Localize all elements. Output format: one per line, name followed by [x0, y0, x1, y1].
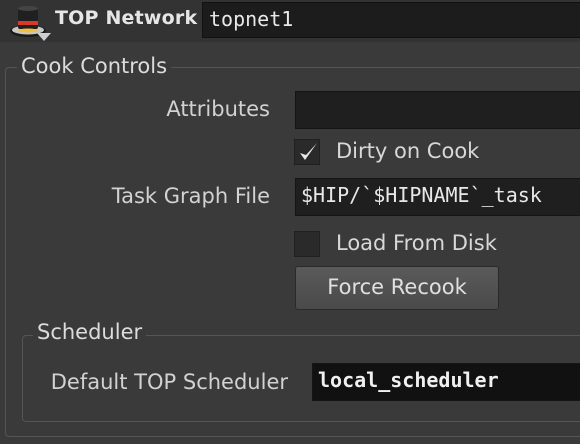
- node-header: TOP Network topnet1: [0, 0, 580, 42]
- node-name-field[interactable]: topnet1: [202, 2, 580, 38]
- load-from-disk-checkbox[interactable]: [294, 231, 320, 257]
- checkmark-icon: [300, 143, 317, 160]
- load-from-disk-label[interactable]: Load From Disk: [336, 231, 497, 255]
- cook-controls-title[interactable]: Cook Controls: [17, 54, 172, 78]
- default-top-scheduler-label: Default TOP Scheduler: [50, 370, 288, 394]
- force-recook-button[interactable]: Force Recook: [295, 266, 499, 310]
- task-graph-file-label: Task Graph File: [111, 184, 270, 208]
- default-top-scheduler-field[interactable]: local_scheduler: [312, 363, 580, 401]
- scheduler-title[interactable]: Scheduler: [33, 320, 147, 344]
- attributes-label: Attributes: [166, 97, 270, 121]
- dirty-on-cook-checkbox[interactable]: [294, 139, 320, 165]
- dirty-on-cook-label[interactable]: Dirty on Cook: [336, 139, 479, 163]
- attributes-field[interactable]: [295, 91, 580, 129]
- task-graph-file-field[interactable]: $HIP/`$HIPNAME`_task: [295, 178, 580, 216]
- chevron-down-icon[interactable]: [37, 33, 51, 41]
- node-type-label: TOP Network: [55, 7, 198, 29]
